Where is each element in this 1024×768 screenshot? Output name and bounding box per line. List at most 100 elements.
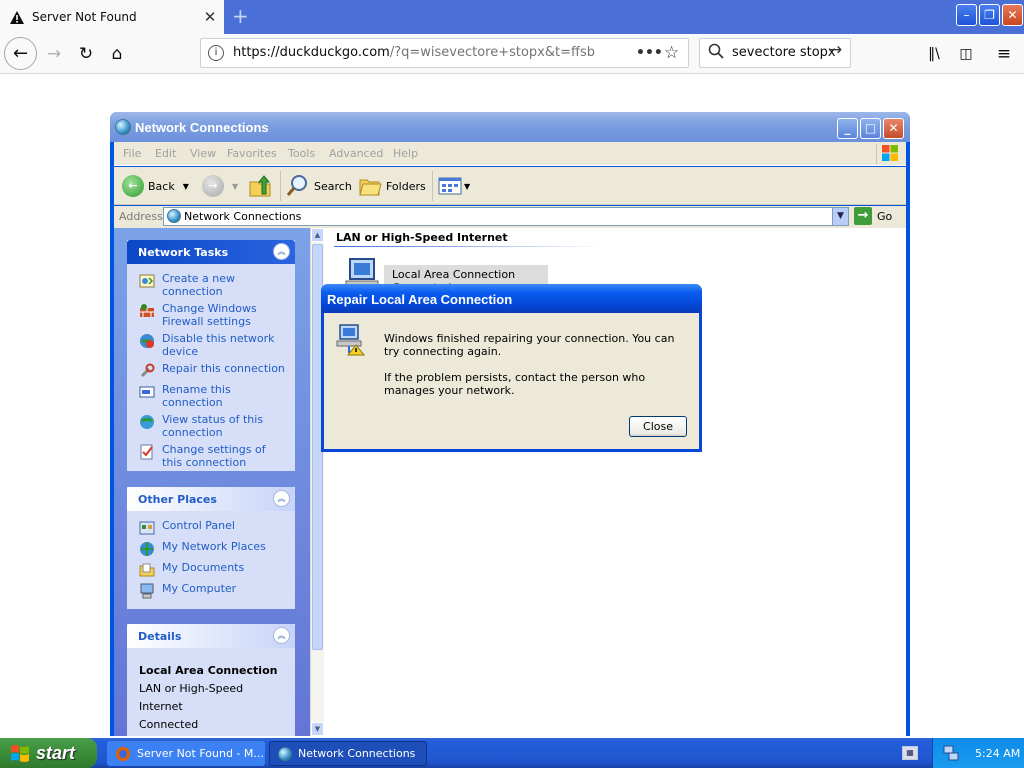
network-tasks-header[interactable]: Network Tasks ︽ bbox=[127, 240, 295, 264]
scroll-up-icon[interactable]: ▲ bbox=[311, 228, 324, 242]
url-path: /?q=wisevectore+stopx&t=ffsb bbox=[389, 45, 595, 60]
reload-icon[interactable]: ↻ bbox=[72, 40, 100, 68]
back-button[interactable]: ← Back ▼ bbox=[122, 173, 189, 199]
url-bar[interactable]: i https://duckduckgo.com/?q=wisevectore+… bbox=[200, 38, 689, 68]
network-connections-icon bbox=[278, 746, 292, 761]
browser-tab-bar: Server Not Found ✕ + – ❐ ✕ bbox=[0, 0, 1024, 34]
search-bar[interactable]: sevectore stopx → bbox=[699, 38, 851, 68]
dialog-titlebar[interactable]: Repair Local Area Connection bbox=[321, 284, 702, 313]
task-change-settings[interactable]: Change settings of this connection bbox=[139, 443, 287, 469]
scroll-down-icon[interactable]: ▼ bbox=[311, 722, 324, 736]
task-create-connection[interactable]: Create a new connection bbox=[139, 272, 287, 298]
network-tray-icon[interactable] bbox=[943, 745, 959, 761]
network-connections-icon bbox=[115, 119, 131, 135]
new-tab-icon[interactable]: + bbox=[232, 4, 252, 28]
browser-tab[interactable]: Server Not Found ✕ bbox=[0, 0, 224, 34]
tab-title: Server Not Found bbox=[32, 10, 137, 24]
repair-dialog: Repair Local Area Connection Windows fin… bbox=[321, 284, 702, 452]
connection-name[interactable]: Local Area Connection bbox=[392, 268, 515, 281]
task-disable-device[interactable]: Disable this network device bbox=[139, 332, 287, 358]
up-folder-button[interactable] bbox=[248, 173, 272, 199]
task-label: Disable this network device bbox=[162, 332, 275, 358]
other-places-header[interactable]: Other Places ︽ bbox=[127, 487, 295, 511]
dialog-message-secondary: If the problem persists, contact the per… bbox=[384, 371, 646, 397]
dialog-body: Windows finished repairing your connecti… bbox=[324, 313, 699, 449]
details-title: Details bbox=[138, 630, 182, 643]
computer-icon bbox=[140, 583, 154, 599]
collapse-chevron-icon[interactable]: ︽ bbox=[273, 243, 290, 260]
window-maximize-icon[interactable]: □ bbox=[860, 118, 881, 139]
taskbar-item-firefox[interactable]: Server Not Found - M... bbox=[107, 741, 265, 766]
bookmark-star-icon[interactable]: ☆ bbox=[664, 39, 679, 67]
task-rename-connection[interactable]: Rename this connection bbox=[139, 383, 287, 409]
window-titlebar[interactable]: Network Connections _ □ ✕ bbox=[110, 112, 910, 142]
back-dropdown-icon[interactable]: ▼ bbox=[183, 182, 189, 191]
toolbar: ← Back ▼ → ▼ Search Folders ▼ bbox=[114, 167, 906, 205]
menu-tools[interactable]: Tools bbox=[288, 147, 315, 160]
tab-close-icon[interactable]: ✕ bbox=[200, 8, 220, 26]
network-tasks-title: Network Tasks bbox=[138, 246, 229, 259]
minimize-icon[interactable]: – bbox=[956, 4, 977, 26]
place-label: My Documents bbox=[162, 561, 245, 574]
restore-icon[interactable]: ❐ bbox=[979, 4, 1000, 26]
close-icon[interactable]: ✕ bbox=[1002, 4, 1023, 26]
go-arrow-icon: → bbox=[854, 207, 872, 225]
forward-dropdown-icon[interactable]: ▼ bbox=[232, 182, 238, 191]
place-my-computer[interactable]: My Computer bbox=[139, 582, 287, 599]
menu-file[interactable]: File bbox=[123, 147, 141, 160]
task-view-status[interactable]: View status of this connection bbox=[139, 413, 287, 439]
folders-button[interactable]: Folders bbox=[358, 173, 426, 199]
collapse-chevron-icon[interactable]: ︽ bbox=[273, 490, 290, 507]
address-field[interactable]: Network Connections ▼ bbox=[163, 207, 849, 226]
views-button[interactable]: ▼ bbox=[438, 173, 470, 199]
window-minimize-icon[interactable]: _ bbox=[837, 118, 858, 139]
warning-icon bbox=[10, 10, 24, 24]
menu-advanced[interactable]: Advanced bbox=[329, 147, 383, 160]
place-label: My Computer bbox=[162, 582, 237, 595]
views-dropdown-icon[interactable]: ▼ bbox=[464, 182, 470, 191]
browser-nav-bar: ← → ↻ ⌂ i https://duckduckgo.com/?q=wise… bbox=[0, 34, 1024, 74]
details-status: Connected bbox=[139, 718, 199, 731]
new-connection-icon bbox=[139, 274, 155, 288]
keyboard-icon[interactable]: ▦ bbox=[902, 746, 918, 760]
views-icon bbox=[438, 177, 462, 195]
task-repair-connection[interactable]: Repair this connection bbox=[139, 362, 287, 379]
sidebar-icon[interactable]: ◫ bbox=[952, 40, 980, 68]
library-icon[interactable]: ‖\ bbox=[920, 40, 948, 68]
start-label: start bbox=[36, 742, 76, 763]
menu-icon[interactable]: ≡ bbox=[990, 40, 1018, 68]
taskbar-item-network-connections[interactable]: Network Connections bbox=[269, 741, 427, 766]
url-text: https://duckduckgo.com/?q=wisevectore+st… bbox=[233, 39, 595, 67]
go-button[interactable]: → Go bbox=[854, 207, 892, 225]
menu-view[interactable]: View bbox=[190, 147, 216, 160]
window-close-icon[interactable]: ✕ bbox=[883, 118, 904, 139]
place-my-documents[interactable]: My Documents bbox=[139, 561, 287, 578]
home-icon[interactable]: ⌂ bbox=[103, 40, 131, 68]
task-label: Change settings of this connection bbox=[162, 443, 266, 469]
menu-help[interactable]: Help bbox=[393, 147, 418, 160]
close-button[interactable]: Close bbox=[629, 416, 687, 437]
menu-favorites[interactable]: Favorites bbox=[227, 147, 277, 160]
search-button[interactable]: Search bbox=[286, 173, 352, 199]
back-arrow-icon[interactable]: ← bbox=[4, 37, 37, 70]
address-dropdown-icon[interactable]: ▼ bbox=[832, 208, 848, 225]
search-input[interactable]: sevectore stopx bbox=[732, 39, 836, 67]
place-control-panel[interactable]: Control Panel bbox=[139, 519, 287, 536]
system-tray: 5:24 AM bbox=[932, 738, 1024, 768]
page-actions-icon[interactable]: ••• bbox=[636, 39, 663, 67]
start-button[interactable]: start bbox=[0, 738, 97, 768]
place-network-places[interactable]: My Network Places bbox=[139, 540, 287, 557]
network-connections-small-icon bbox=[167, 209, 181, 223]
clock: 5:24 AM bbox=[975, 746, 1021, 760]
collapse-chevron-icon[interactable]: ︽ bbox=[273, 627, 290, 644]
disable-network-icon bbox=[140, 334, 154, 348]
forward-arrow-icon[interactable]: → bbox=[40, 40, 68, 68]
task-change-firewall[interactable]: Change Windows Firewall settings bbox=[139, 302, 287, 328]
forward-button[interactable]: → ▼ bbox=[202, 173, 238, 199]
menu-edit[interactable]: Edit bbox=[155, 147, 176, 160]
info-icon[interactable]: i bbox=[208, 45, 224, 61]
details-name: Local Area Connection bbox=[139, 664, 278, 677]
details-header[interactable]: Details ︽ bbox=[127, 624, 295, 648]
firewall-icon bbox=[140, 304, 154, 317]
search-go-arrow-icon[interactable]: → bbox=[828, 40, 842, 60]
